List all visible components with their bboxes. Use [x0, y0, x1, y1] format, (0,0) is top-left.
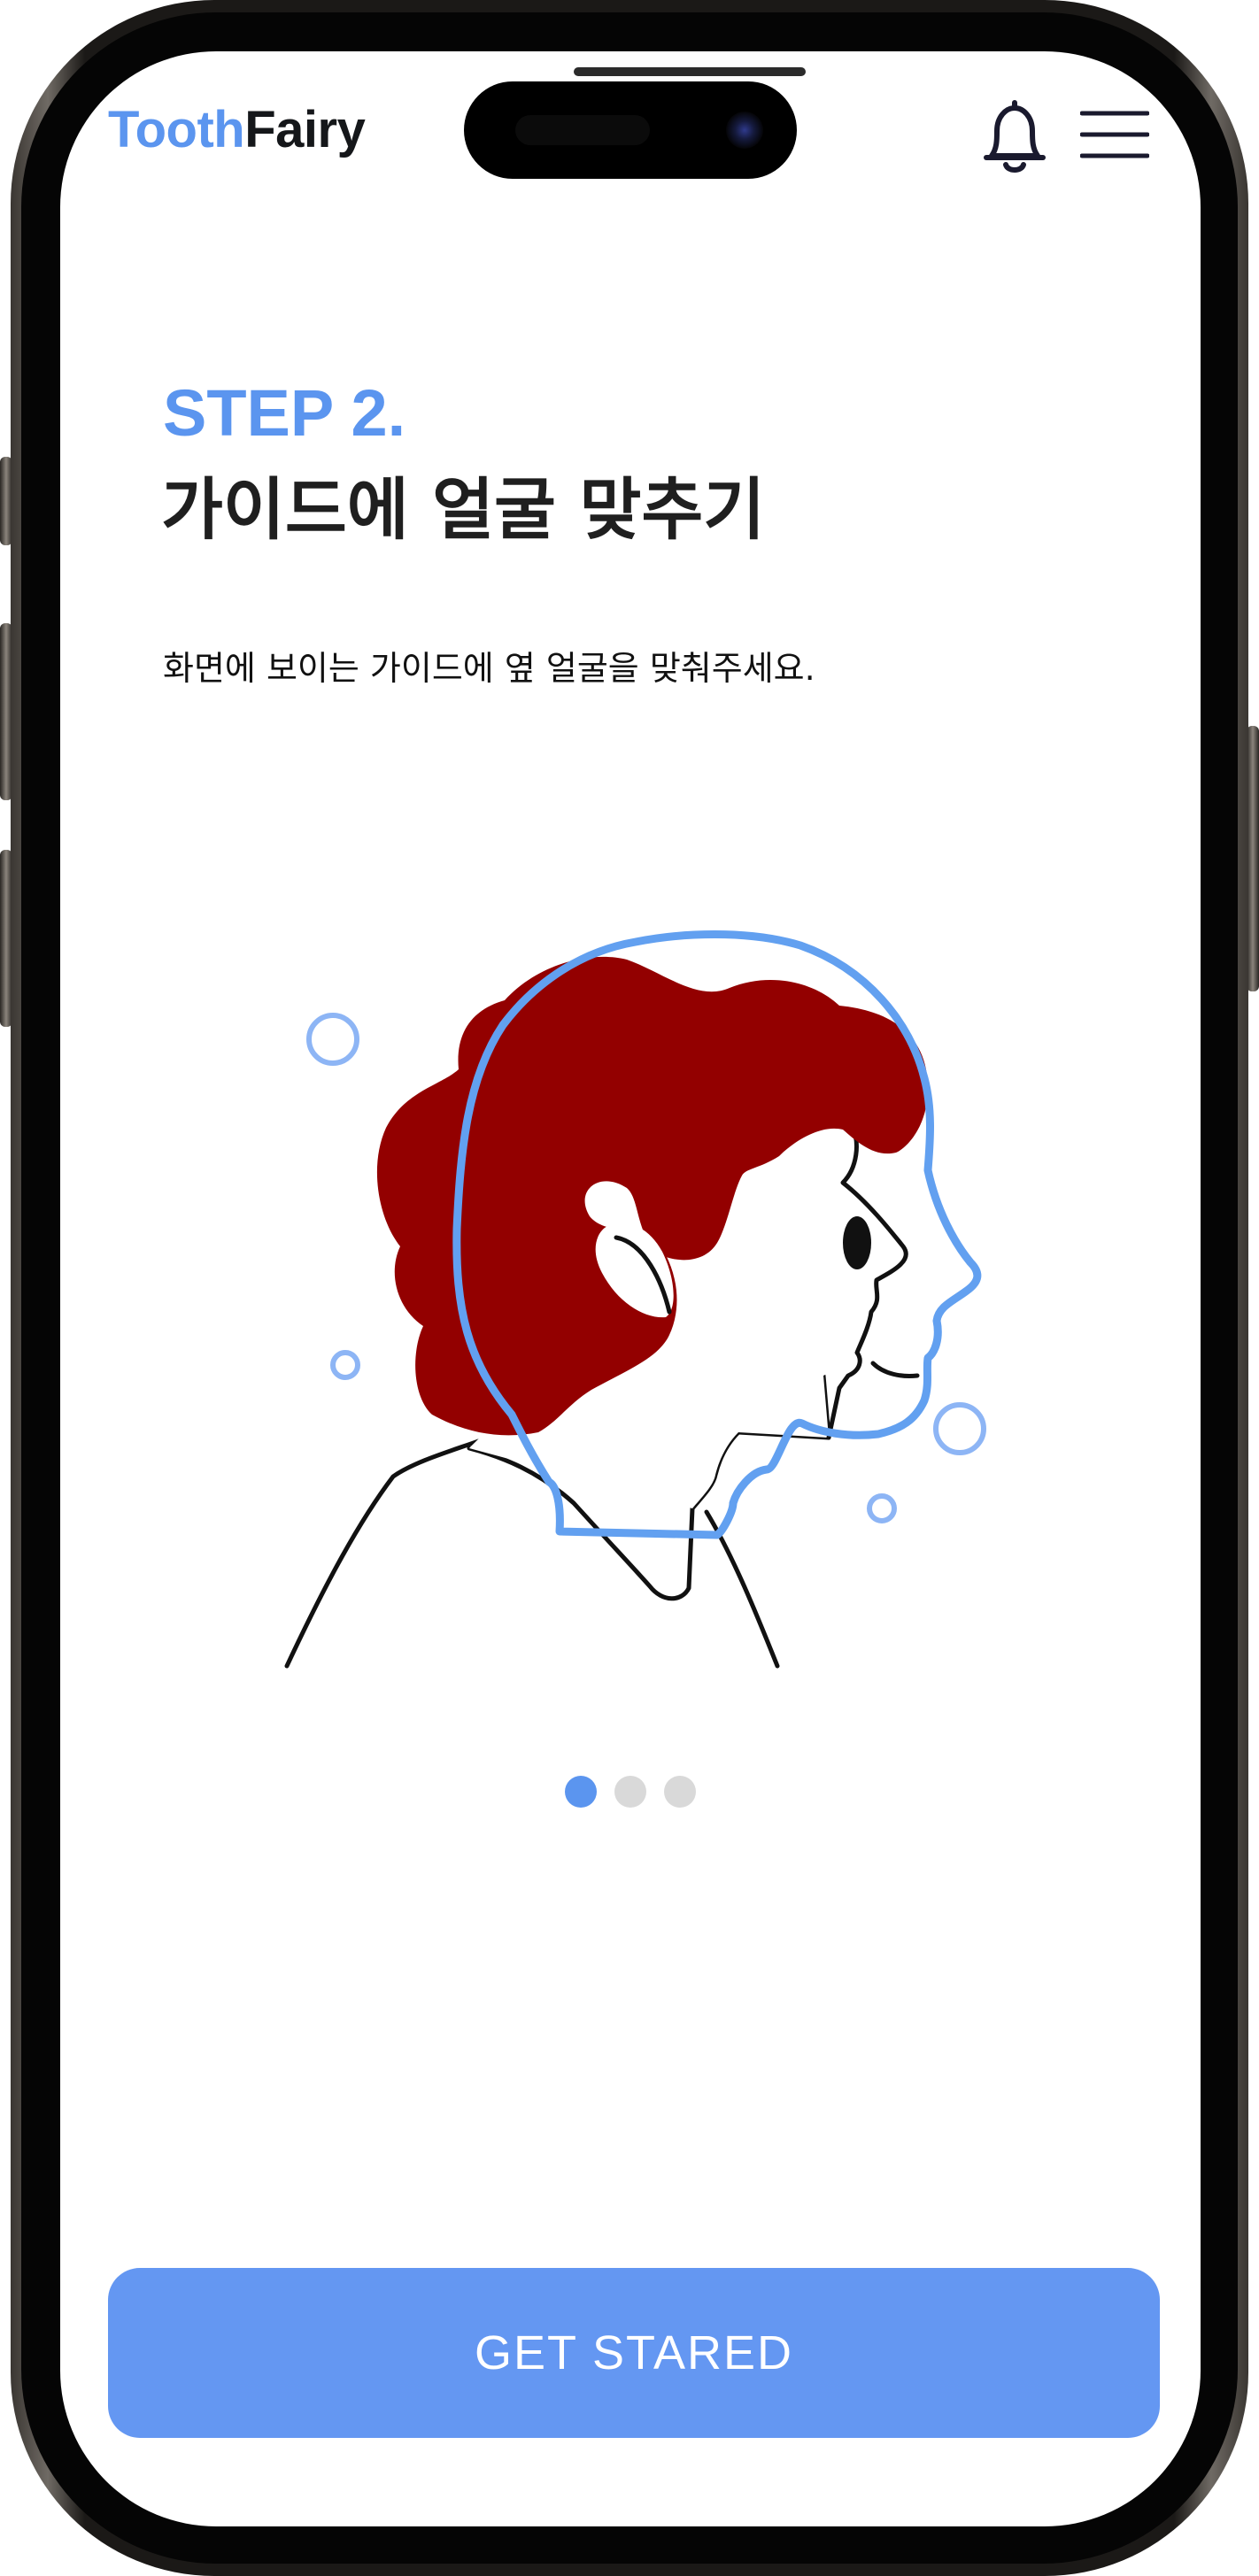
pagination-dot[interactable] [614, 1776, 646, 1808]
hamburger-menu-icon [1079, 111, 1150, 158]
notification-button[interactable] [979, 97, 1050, 177]
front-camera [726, 112, 763, 149]
bubble-decoration [933, 1402, 986, 1455]
earpiece-speaker [574, 67, 806, 76]
dynamic-island [464, 81, 797, 179]
person-mouth [870, 1361, 920, 1378]
bubble-decoration [306, 1013, 359, 1066]
bell-icon [984, 100, 1046, 173]
face-guide-illustration [284, 930, 986, 1669]
bubble-decoration [867, 1493, 897, 1523]
logo-tooth-text: Tooth [108, 101, 245, 158]
menu-button[interactable] [1079, 110, 1150, 159]
get-started-button[interactable]: GET STARED [108, 2268, 1160, 2438]
page-title: 가이드에 얼굴 맞추기 [161, 470, 766, 549]
pagination-dot[interactable] [664, 1776, 696, 1808]
bubble-decoration [330, 1350, 360, 1380]
step-label: STEP 2. [163, 376, 406, 450]
person-eye [843, 1216, 871, 1269]
phone-frame: ToothFairy STEP 2. 가이드에 얼굴 맞추기 화면에 보이는 가… [0, 0, 1259, 2576]
logo-fairy-text: Fairy [244, 101, 366, 158]
pagination-dot-active[interactable] [565, 1776, 597, 1808]
app-logo[interactable]: ToothFairy [108, 101, 366, 158]
pagination-dots [60, 1776, 1201, 1808]
power-button [1247, 726, 1259, 991]
app-screen: ToothFairy STEP 2. 가이드에 얼굴 맞추기 화면에 보이는 가… [60, 51, 1201, 2526]
face-id-sensor [515, 115, 650, 145]
step-description: 화면에 보이는 가이드에 옆 얼굴을 맞춰주세요. [163, 649, 815, 688]
